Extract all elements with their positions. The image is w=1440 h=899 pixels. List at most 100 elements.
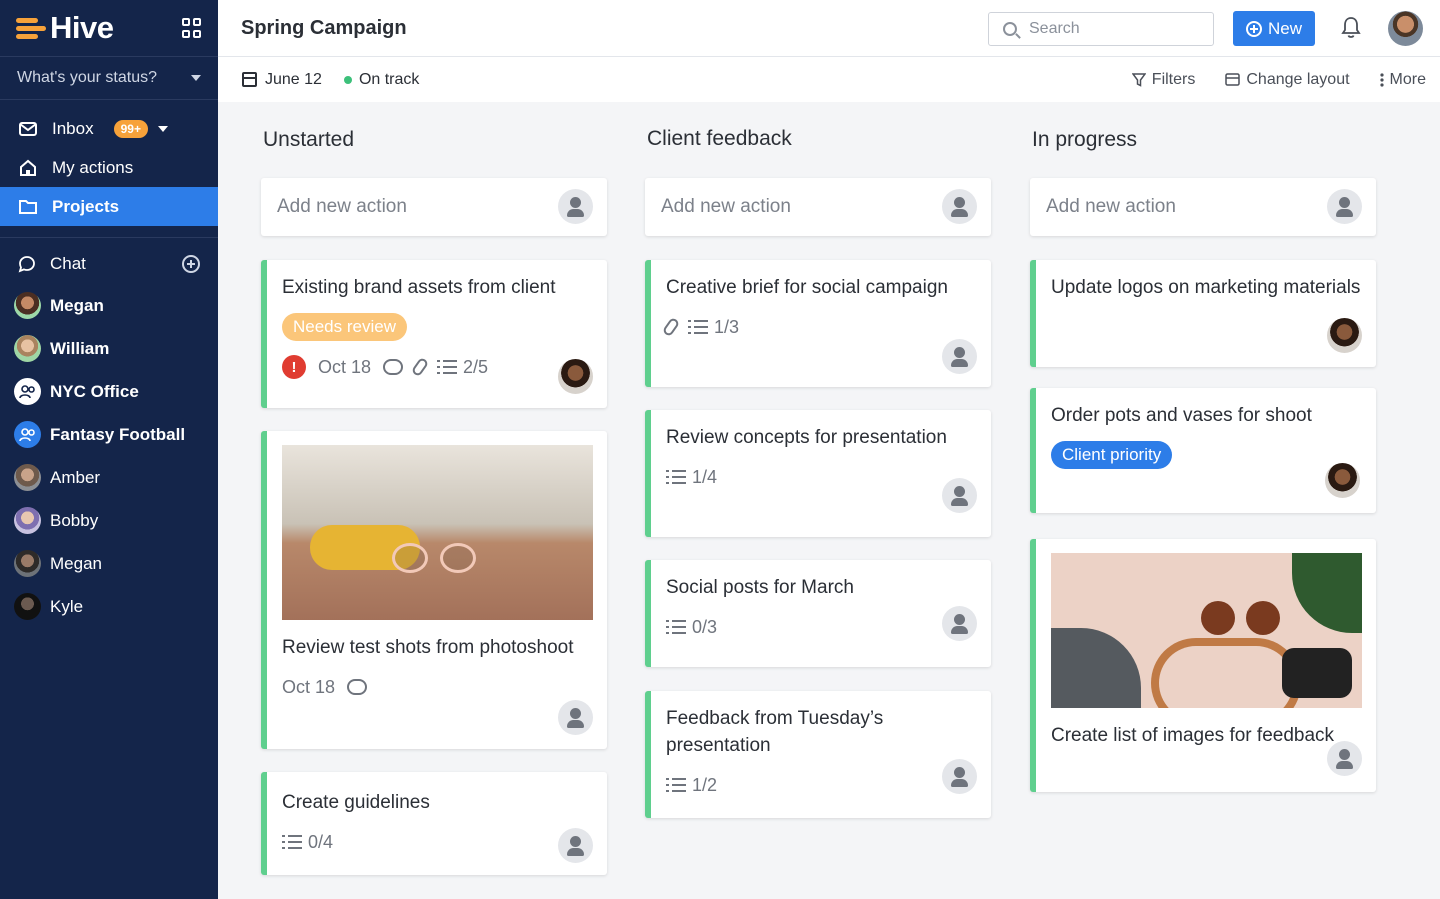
action-card[interactable]: Create list of images for feedback [1030, 539, 1376, 792]
card-cover-image [282, 445, 593, 620]
assignee-placeholder-icon[interactable] [1327, 189, 1362, 224]
action-card[interactable]: Feedback from Tuesday’s presentation 1/2 [645, 691, 991, 818]
assignee-placeholder-icon[interactable] [558, 189, 593, 224]
calendar-icon [242, 72, 257, 87]
assignee-placeholder-icon[interactable] [942, 478, 977, 513]
card-title: Create guidelines [282, 792, 430, 813]
add-new-action-input[interactable]: Add new action [645, 178, 991, 236]
card-title: Existing brand assets from client [282, 277, 556, 298]
subtask-count: 0/3 [666, 617, 717, 638]
add-new-action-input[interactable]: Add new action [261, 178, 607, 236]
comment-icon [383, 359, 404, 375]
chat-item-label: Fantasy Football [50, 424, 186, 444]
assignee-avatar[interactable] [1327, 318, 1362, 353]
nav-item-label: Inbox [52, 118, 94, 138]
search-input[interactable]: Search [988, 12, 1214, 46]
plus-circle-icon [1245, 20, 1262, 37]
avatar [14, 292, 41, 319]
assignee-placeholder-icon[interactable] [942, 759, 977, 794]
overdue-alert-icon: ! [282, 355, 306, 379]
new-button[interactable]: New [1233, 11, 1315, 46]
action-card[interactable]: Review concepts for presentation 1/4 [645, 410, 991, 537]
hive-logo[interactable]: Hive [16, 10, 114, 46]
comment-icon [347, 679, 368, 695]
chat-item-nyc-office[interactable]: NYC Office [0, 370, 218, 413]
label-tag[interactable]: Needs review [282, 313, 407, 341]
card-title: Review test shots from photoshoot [282, 637, 574, 658]
checklist-icon [666, 778, 686, 792]
chat-item-fantasy-football[interactable]: Fantasy Football [0, 413, 218, 456]
add-new-action-placeholder: Add new action [661, 196, 791, 217]
chevron-down-icon [191, 75, 201, 81]
more-vertical-icon [1379, 72, 1384, 87]
apps-grid-icon[interactable] [182, 18, 202, 38]
assignee-avatar[interactable] [558, 359, 593, 394]
chat-item-label: NYC Office [50, 381, 139, 401]
chat-item-bobby[interactable]: Bobby [0, 499, 218, 542]
chat-item-kyle[interactable]: Kyle [0, 585, 218, 628]
filter-icon [1131, 72, 1146, 87]
assignee-placeholder-icon[interactable] [942, 339, 977, 374]
card-title: Create list of images for feedback [1051, 725, 1335, 746]
action-card[interactable]: Update logos on marketing materials [1030, 260, 1376, 367]
change-layout-label: Change layout [1246, 70, 1350, 88]
top-bar: Spring Campaign Search New [218, 0, 1440, 57]
group-avatar-icon [14, 421, 41, 448]
action-card[interactable]: Social posts for March 0/3 [645, 560, 991, 667]
chat-item-label: William [50, 338, 110, 358]
action-card[interactable]: Review test shots from photoshoot Oct 18 [261, 431, 607, 749]
chat-header[interactable]: Chat [0, 244, 218, 284]
action-card[interactable]: Creative brief for social campaign 1/3 [645, 260, 991, 387]
avatar [14, 335, 41, 362]
action-card[interactable]: Existing brand assets from client Needs … [261, 260, 607, 408]
label-tag[interactable]: Client priority [1051, 441, 1173, 469]
assignee-placeholder-icon[interactable] [558, 828, 593, 863]
card-title: Order pots and vases for shoot [1051, 405, 1312, 426]
nav-item-my-actions[interactable]: My actions [0, 148, 218, 187]
subtask-count: 2/5 [437, 357, 488, 378]
change-layout-button[interactable]: Change layout [1225, 70, 1350, 89]
checklist-icon [437, 360, 458, 374]
subtask-count: 1/2 [666, 775, 717, 796]
card-meta: 1/2 [666, 771, 977, 799]
board-column-unstarted: Unstarted Add new action Existing brand … [261, 102, 607, 875]
chat-item-amber[interactable]: Amber [0, 456, 218, 499]
bell-icon[interactable] [1340, 16, 1362, 40]
chat-item-megan[interactable]: Megan [0, 284, 218, 327]
action-card[interactable]: Order pots and vases for shoot Client pr… [1030, 388, 1376, 513]
status-selector[interactable]: What's your status? [0, 57, 218, 100]
assignee-placeholder-icon[interactable] [1327, 741, 1362, 776]
card-meta: Oct 18 [282, 673, 593, 701]
attachment-icon [661, 316, 681, 338]
action-card[interactable]: Create guidelines 0/4 [261, 772, 607, 875]
assignee-placeholder-icon[interactable] [558, 700, 593, 735]
nav-item-inbox[interactable]: Inbox 99+ [0, 109, 218, 148]
search-placeholder: Search [1029, 20, 1080, 37]
project-date[interactable]: June 12 [242, 71, 322, 89]
subtask-count: 0/4 [282, 832, 333, 853]
nav-item-projects[interactable]: Projects [0, 187, 218, 226]
chat-item-label: Amber [50, 467, 101, 487]
project-status[interactable]: On track [343, 71, 419, 89]
chat-item-megan-2[interactable]: Megan [0, 542, 218, 585]
subtask-count-label: 0/4 [308, 831, 334, 852]
subtask-count-label: 0/3 [692, 616, 718, 637]
card-title: Creative brief for social campaign [666, 277, 948, 298]
assignee-placeholder-icon[interactable] [942, 189, 977, 224]
nav-item-label: Projects [52, 196, 120, 216]
assignee-placeholder-icon[interactable] [942, 606, 977, 641]
add-chat-icon[interactable] [182, 255, 200, 273]
filters-button[interactable]: Filters [1131, 71, 1195, 89]
assignee-avatar[interactable] [1325, 463, 1360, 498]
checklist-icon [666, 470, 686, 484]
chat-item-label: Megan [50, 295, 104, 315]
chat-item-william[interactable]: William [0, 327, 218, 370]
chevron-down-icon[interactable] [157, 125, 168, 132]
add-new-action-input[interactable]: Add new action [1030, 178, 1376, 236]
subtask-count: 1/3 [688, 317, 739, 338]
user-avatar[interactable] [1388, 11, 1423, 46]
brand-bar: Hive [0, 0, 218, 57]
more-button[interactable]: More [1379, 71, 1426, 89]
view-controls: Filters Change layout More [1131, 57, 1426, 102]
card-title: Feedback from Tuesday’s presentation [666, 708, 884, 756]
